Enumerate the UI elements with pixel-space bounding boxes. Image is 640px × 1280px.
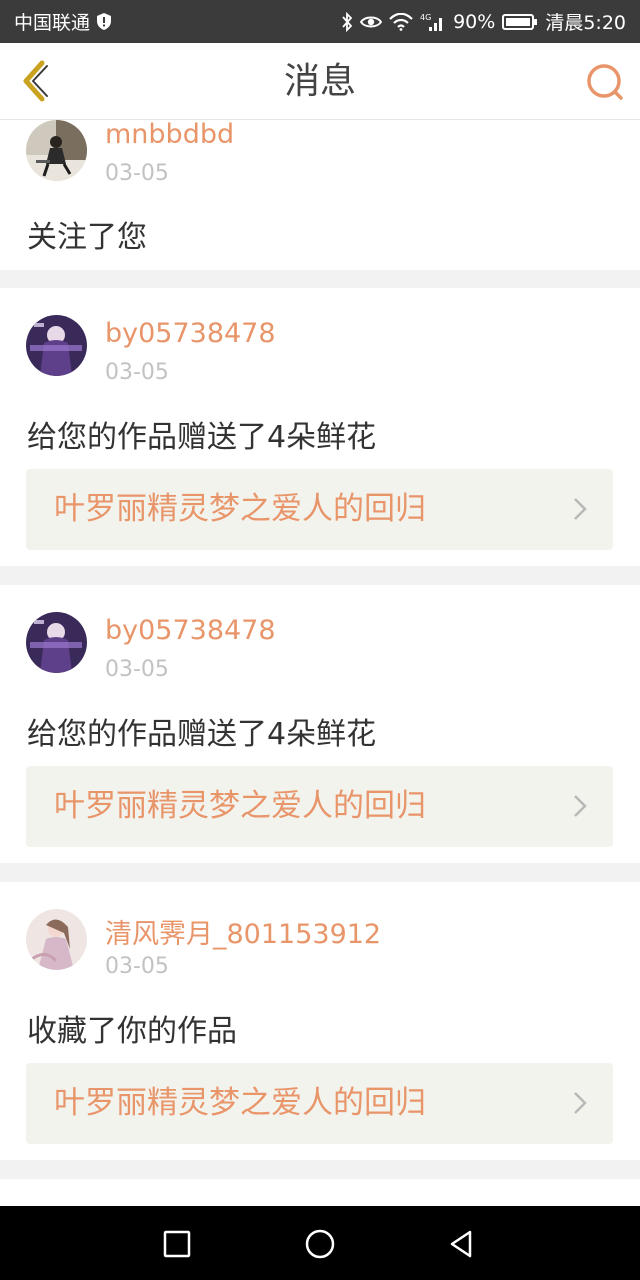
username[interactable]: 清风霁月_801153912	[105, 912, 381, 951]
work-title: 叶罗丽精灵梦之爱人的回归	[54, 491, 426, 527]
message-list[interactable]: mnbbdbd 03-05 关注了您 by05738478 03-05 给您的作…	[0, 120, 640, 1206]
avatar[interactable]	[26, 315, 87, 376]
work-link[interactable]: 叶罗丽精灵梦之爱人的回归	[26, 469, 613, 550]
chevron-right-icon	[574, 498, 587, 520]
clock: 清晨5:20	[545, 12, 626, 34]
status-bar-left: 中国联通	[14, 8, 112, 35]
message-card	[0, 1179, 640, 1206]
message-card: by05738478 03-05 给您的作品赠送了4朵鲜花 叶罗丽精灵梦之爱人的…	[0, 585, 640, 863]
message-date: 03-05	[105, 657, 169, 682]
search-icon	[587, 64, 623, 100]
status-bar: 中国联通 4G 90% 清晨5:20	[0, 0, 640, 43]
avatar[interactable]	[26, 612, 87, 673]
shield-alert-icon	[96, 12, 112, 31]
work-title: 叶罗丽精灵梦之爱人的回归	[54, 1085, 426, 1121]
work-title: 叶罗丽精灵梦之爱人的回归	[54, 788, 426, 824]
message-action: 关注了您	[27, 220, 147, 255]
bluetooth-icon	[341, 11, 353, 32]
username[interactable]: by05738478	[105, 318, 276, 349]
home-button[interactable]	[304, 1228, 336, 1260]
status-bar-right: 4G 90% 清晨5:20	[341, 8, 626, 35]
app-header: 消息	[0, 43, 640, 120]
message-action: 给您的作品赠送了4朵鲜花	[27, 420, 377, 455]
message-date: 03-05	[105, 954, 169, 979]
svg-text:4G: 4G	[420, 13, 431, 22]
home-circle-icon	[305, 1229, 335, 1259]
message-date: 03-05	[105, 360, 169, 385]
search-button[interactable]	[584, 61, 626, 103]
recents-button[interactable]	[161, 1228, 193, 1260]
message-date: 03-05	[105, 161, 169, 186]
message-card: 清风霁月_801153912 03-05 收藏了你的作品 叶罗丽精灵梦之爱人的回…	[0, 882, 640, 1160]
recents-square-icon	[163, 1230, 191, 1258]
chevron-right-icon	[574, 1092, 587, 1114]
back-nav-button[interactable]	[446, 1228, 478, 1260]
avatar[interactable]	[26, 909, 87, 970]
avatar[interactable]	[26, 120, 87, 181]
message-card: by05738478 03-05 给您的作品赠送了4朵鲜花 叶罗丽精灵梦之爱人的…	[0, 288, 640, 566]
battery-percent: 90%	[453, 10, 496, 33]
page-title: 消息	[283, 61, 356, 102]
back-triangle-icon	[450, 1230, 472, 1258]
wifi-icon	[389, 12, 413, 31]
chevron-right-icon	[574, 795, 587, 817]
username[interactable]: mnbbdbd	[105, 120, 234, 150]
message-action: 收藏了你的作品	[27, 1014, 237, 1049]
message-card: mnbbdbd 03-05 关注了您	[0, 120, 640, 270]
eye-icon	[360, 14, 383, 30]
work-link[interactable]: 叶罗丽精灵梦之爱人的回归	[26, 1063, 613, 1144]
message-action: 给您的作品赠送了4朵鲜花	[27, 717, 377, 752]
username[interactable]: by05738478	[105, 615, 276, 646]
battery-icon	[502, 13, 538, 31]
carrier-label: 中国联通	[14, 12, 91, 34]
system-nav-bar	[0, 1206, 640, 1280]
signal-icon: 4G	[420, 12, 446, 32]
work-link[interactable]: 叶罗丽精灵梦之爱人的回归	[26, 766, 613, 847]
